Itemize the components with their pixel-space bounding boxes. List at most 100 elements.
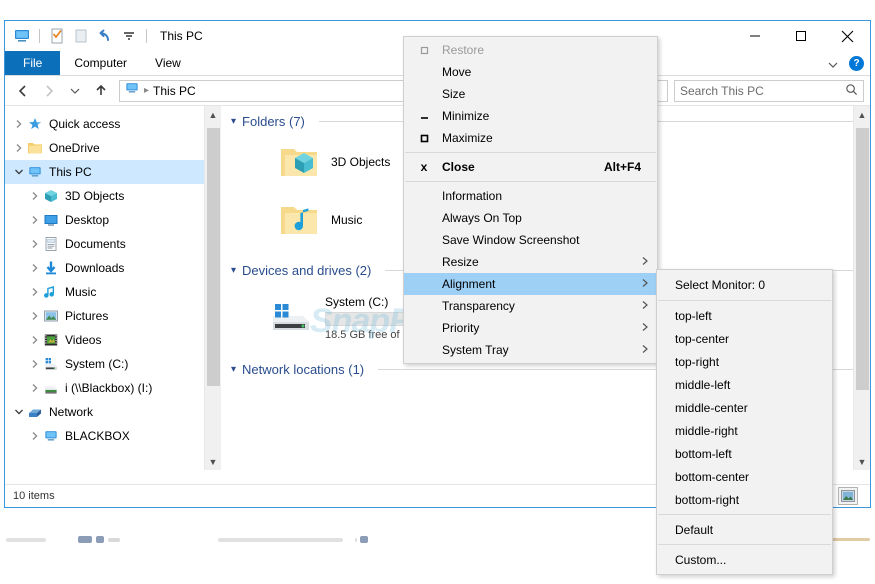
chevron-down-icon[interactable]: ▾ — [231, 364, 236, 375]
scroll-up-icon[interactable]: ▲ — [854, 106, 870, 123]
undo-icon[interactable] — [95, 26, 115, 46]
sidebar-item-this-pc[interactable]: This PC — [5, 160, 221, 184]
submenu-item-label: middle-left — [675, 377, 731, 392]
help-icon[interactable]: ? — [849, 56, 864, 71]
sidebar-item-3d-objects[interactable]: 3D Objects — [5, 184, 221, 208]
submenu-item-middle-center[interactable]: middle-center — [657, 396, 832, 419]
quick-access-toolbar: This PC — [5, 26, 203, 46]
sidebar-item-music[interactable]: Music — [5, 280, 221, 304]
menu-item-label: Save Window Screenshot — [442, 233, 580, 247]
submenu-item-label: Default — [675, 522, 714, 537]
submenu-item-top-right[interactable]: top-right — [657, 350, 832, 373]
menu-item-information[interactable]: Information — [404, 185, 657, 207]
tab-file[interactable]: File — [5, 51, 61, 75]
submenu-item-bottom-left[interactable]: bottom-left — [657, 442, 832, 465]
search-icon[interactable] — [845, 83, 858, 99]
computer-icon — [43, 428, 59, 444]
menu-item-shortcut: Alt+F4 — [603, 160, 641, 174]
group-title: Network locations (1) — [242, 362, 365, 377]
menu-item-maximize[interactable]: Maximize — [404, 127, 657, 149]
documents-icon — [43, 236, 59, 252]
sidebar-item-system-c[interactable]: System (C:) — [5, 352, 221, 376]
back-button[interactable] — [11, 79, 35, 103]
sidebar-item-quick-access[interactable]: Quick access — [5, 112, 221, 136]
search-input[interactable]: Search This PC — [674, 79, 864, 102]
new-folder-icon[interactable] — [71, 26, 91, 46]
sidebar-item-blackbox[interactable]: BLACKBOX — [5, 424, 221, 448]
chevron-right-icon[interactable] — [27, 284, 43, 300]
tab-computer[interactable]: Computer — [60, 51, 141, 75]
chevron-right-icon[interactable] — [27, 260, 43, 276]
chevron-down-icon[interactable]: ▾ — [231, 116, 236, 127]
menu-item-label: Move — [442, 65, 472, 79]
submenu-item-label: bottom-center — [675, 469, 750, 484]
chevron-right-icon[interactable] — [27, 380, 43, 396]
submenu-item-middle-right[interactable]: middle-right — [657, 419, 832, 442]
submenu-item-middle-left[interactable]: middle-left — [657, 373, 832, 396]
submenu-item-label: middle-right — [675, 423, 738, 438]
menu-item-resize[interactable]: Resize — [404, 251, 657, 273]
submenu-item-select-monitor-0[interactable]: Select Monitor: 0 — [657, 273, 832, 297]
menu-item-system-tray[interactable]: System Tray — [404, 339, 657, 361]
chevron-right-icon[interactable] — [11, 116, 27, 132]
large-icons-view-icon[interactable] — [838, 487, 858, 505]
chevron-right-icon[interactable] — [27, 308, 43, 324]
scroll-up-icon[interactable]: ▲ — [205, 106, 221, 123]
recent-locations-button[interactable] — [63, 79, 87, 103]
network-drive-icon — [43, 380, 59, 396]
sidebar-item-label: System (C:) — [65, 357, 129, 371]
menu-item-save-window-screenshot[interactable]: Save Window Screenshot — [404, 229, 657, 251]
menu-item-minimize[interactable]: Minimize — [404, 105, 657, 127]
submenu-item-default[interactable]: Default — [657, 518, 832, 541]
scrollbar-thumb[interactable] — [207, 128, 220, 386]
chevron-down-icon[interactable]: ▾ — [231, 265, 236, 276]
scroll-down-icon[interactable]: ▼ — [854, 453, 870, 470]
scrollbar-thumb[interactable] — [856, 128, 869, 390]
submenu-item-custom[interactable]: Custom... — [657, 548, 832, 571]
menu-item-transparency[interactable]: Transparency — [404, 295, 657, 317]
sidebar-item-pictures[interactable]: Pictures — [5, 304, 221, 328]
tab-view[interactable]: View — [141, 51, 195, 75]
menu-item-alignment[interactable]: Alignment — [404, 273, 657, 295]
menu-item-priority[interactable]: Priority — [404, 317, 657, 339]
chevron-right-icon[interactable] — [11, 140, 27, 156]
minimize-button[interactable] — [732, 21, 778, 51]
sidebar-item-onedrive[interactable]: OneDrive — [5, 136, 221, 160]
customize-dropdown-icon[interactable] — [119, 26, 139, 46]
sidebar-item-downloads[interactable]: Downloads — [5, 256, 221, 280]
chevron-down-icon[interactable] — [11, 164, 27, 180]
chevron-right-icon[interactable] — [27, 188, 43, 204]
submenu-item-label: Select Monitor: 0 — [675, 278, 766, 292]
sidebar-item-desktop[interactable]: Desktop — [5, 208, 221, 232]
submenu-item-top-left[interactable]: top-left — [657, 304, 832, 327]
menu-item-close[interactable]: x Close Alt+F4 — [404, 156, 657, 178]
chevron-right-icon[interactable] — [27, 236, 43, 252]
submenu-item-top-center[interactable]: top-center — [657, 327, 832, 350]
chevron-right-icon[interactable] — [27, 332, 43, 348]
close-button[interactable] — [824, 21, 870, 51]
forward-button[interactable] — [37, 79, 61, 103]
menu-item-always-on-top[interactable]: Always On Top — [404, 207, 657, 229]
videos-icon — [43, 332, 59, 348]
content-scrollbar[interactable]: ▲ ▼ — [853, 106, 870, 470]
this-pc-icon[interactable] — [12, 26, 32, 46]
menu-item-size[interactable]: Size — [404, 83, 657, 105]
submenu-item-bottom-right[interactable]: bottom-right — [657, 488, 832, 511]
scroll-down-icon[interactable]: ▼ — [205, 453, 221, 470]
navigation-scrollbar[interactable]: ▲ ▼ — [204, 106, 221, 470]
menu-item-move[interactable]: Move — [404, 61, 657, 83]
chevron-down-icon[interactable] — [11, 404, 27, 420]
maximize-button[interactable] — [778, 21, 824, 51]
submenu-item-bottom-center[interactable]: bottom-center — [657, 465, 832, 488]
up-button[interactable] — [89, 79, 113, 103]
sidebar-item-videos[interactable]: Videos — [5, 328, 221, 352]
chevron-down-icon[interactable] — [827, 58, 839, 70]
chevron-right-icon[interactable] — [27, 356, 43, 372]
chevron-right-icon[interactable] — [27, 212, 43, 228]
properties-icon[interactable] — [47, 26, 67, 46]
sidebar-item-i-blackbox-i[interactable]: i (\\Blackbox) (I:) — [5, 376, 221, 400]
chevron-right-icon[interactable] — [27, 428, 43, 444]
chevron-right-icon — [641, 278, 649, 291]
sidebar-item-network[interactable]: Network — [5, 400, 221, 424]
sidebar-item-documents[interactable]: Documents — [5, 232, 221, 256]
